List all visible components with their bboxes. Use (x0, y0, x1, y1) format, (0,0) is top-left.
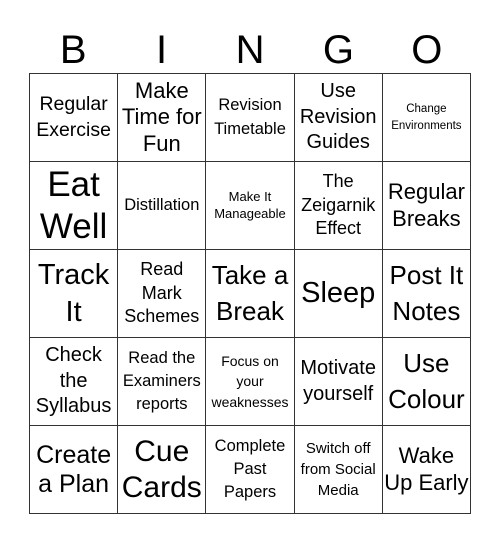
cell-text: Focus on your weaknesses (211, 353, 289, 410)
header-letter-o: O (411, 28, 443, 72)
cell-text: Distillation (124, 195, 200, 214)
bingo-cell[interactable]: Use Revision Guides (294, 74, 383, 162)
bingo-cell[interactable]: Cue Cards (118, 426, 207, 514)
cell-text: Sleep (301, 277, 376, 310)
cell-text: Wake Up Early (384, 443, 469, 495)
bingo-cell[interactable]: Switch off from Social Media (294, 426, 383, 514)
bingo-cell[interactable]: Regular Breaks (382, 162, 471, 250)
header-letter-g: G (322, 28, 354, 72)
cell-text: Read the Examiners reports (122, 348, 201, 414)
bingo-cell[interactable]: The Zeigarnik Effect (294, 162, 383, 250)
cell-text: Use Colour (388, 348, 465, 414)
header-letter-b: B (59, 28, 87, 72)
bingo-cell[interactable]: Take a Break (206, 250, 295, 338)
cell-text: Use Revision Guides (299, 80, 377, 154)
cell-text: Track It (37, 259, 110, 328)
bingo-cell[interactable]: Create a Plan (30, 426, 119, 514)
cell-text: Post It Notes (389, 260, 464, 326)
cell-text: Make Time for Fun (121, 77, 202, 156)
bingo-cell[interactable]: Regular Exercise (30, 74, 119, 162)
cell-text: Check the Syllabus (35, 344, 112, 418)
bingo-cell[interactable]: Sleep (294, 250, 383, 338)
header-letter-n: N (235, 28, 265, 72)
cell-text: Make It Manageable (214, 189, 286, 221)
bingo-cell[interactable]: Complete Past Papers (206, 426, 295, 514)
bingo-cell[interactable]: Revision Timetable (206, 74, 295, 162)
cell-text: Create a Plan (36, 440, 112, 498)
cell-text: Change Environments (391, 103, 462, 132)
bingo-cell[interactable]: Read the Examiners reports (118, 338, 207, 426)
cell-text: Regular Breaks (387, 179, 465, 231)
cell-text: Switch off from Social Media (300, 440, 376, 499)
cell-text: Cue Cards (121, 434, 202, 504)
bingo-cell[interactable]: Read Mark Schemes (118, 250, 207, 338)
cell-text: Motivate yourself (300, 357, 376, 405)
bingo-cell[interactable]: Make Time for Fun (118, 74, 207, 162)
bingo-card-grid: Regular Exercise Make Time for Fun Revis… (29, 73, 471, 514)
cell-text: Eat Well (39, 164, 108, 246)
bingo-cell[interactable]: Track It (30, 250, 119, 338)
bingo-cell[interactable]: Change Environments (382, 74, 471, 162)
bingo-cell[interactable]: Check the Syllabus (30, 338, 119, 426)
cell-text: Regular Exercise (36, 93, 111, 141)
bingo-cell[interactable]: Make It Manageable (206, 162, 295, 250)
bingo-cell[interactable]: Post It Notes (382, 250, 471, 338)
cell-text: The Zeigarnik Effect (301, 171, 376, 239)
cell-text: Revision Timetable (214, 96, 286, 138)
cell-text: Complete Past Papers (214, 436, 286, 502)
header-letter-i: I (156, 28, 168, 72)
bingo-cell[interactable]: Use Colour (382, 338, 471, 426)
bingo-cell[interactable]: Eat Well (30, 162, 119, 250)
bingo-cell[interactable]: Wake Up Early (382, 426, 471, 514)
bingo-cell[interactable]: Motivate yourself (294, 338, 383, 426)
bingo-cell[interactable]: Distillation (118, 162, 207, 250)
cell-text: Take a Break (211, 260, 289, 326)
cell-text: Read Mark Schemes (124, 259, 200, 327)
bingo-cell[interactable]: Focus on your weaknesses (206, 338, 295, 426)
bingo-header: B I N G O (29, 28, 471, 72)
